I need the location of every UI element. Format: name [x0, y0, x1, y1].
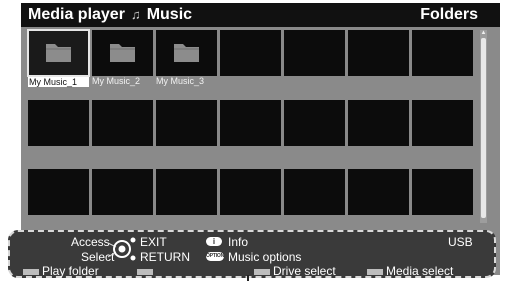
return-label: RETURN — [140, 250, 190, 264]
folder-icon — [45, 41, 72, 63]
empty-tile — [284, 30, 345, 76]
green-key-icon — [137, 269, 153, 275]
media-select-label: Media select — [386, 264, 454, 278]
empty-tile — [348, 169, 409, 215]
empty-tile — [220, 169, 281, 215]
info-label: Info — [228, 235, 249, 249]
empty-tile — [92, 169, 153, 215]
drive-select-label: Drive select — [273, 264, 336, 278]
view-mode-label: Folders — [420, 6, 478, 23]
red-key-icon — [23, 269, 39, 275]
empty-tile — [156, 100, 217, 146]
page-subtitle: Music — [146, 6, 193, 23]
exit-label: EXIT — [140, 235, 167, 249]
info-button-icon: i — [206, 237, 222, 246]
page-marker — [247, 275, 249, 281]
music-options-label: Music options — [228, 250, 302, 264]
empty-tile — [28, 100, 89, 146]
folder-label: My Music_1 — [28, 77, 89, 87]
blue-key-icon — [367, 269, 383, 275]
empty-tile — [28, 169, 89, 215]
play-folder-label: Play folder — [42, 264, 99, 278]
empty-tile — [348, 30, 409, 76]
empty-tile — [220, 30, 281, 76]
empty-tile — [220, 100, 281, 146]
empty-tile — [284, 100, 345, 146]
media-player-screen: Media player ♫ Music Folders My Music_1 My… — [8, 3, 500, 278]
help-panel: Access Select EXIT RETURN i Info OPTION … — [8, 230, 496, 278]
folder-tile[interactable]: My Music_2 — [92, 30, 153, 86]
music-note-icon: ♫ — [130, 7, 141, 22]
empty-tile — [412, 30, 473, 76]
empty-tile — [156, 169, 217, 215]
folder-icon — [109, 41, 136, 63]
empty-tile — [412, 100, 473, 146]
source-label: USB — [448, 235, 473, 249]
folder-label: My Music_2 — [92, 76, 141, 86]
empty-tile — [92, 100, 153, 146]
title-bar: Media player ♫ Music Folders — [21, 3, 500, 27]
page-title: Media player — [28, 6, 125, 23]
empty-tile — [284, 169, 345, 215]
folder-icon — [173, 41, 200, 63]
scrollbar[interactable]: ▲ — [480, 30, 487, 223]
folder-tile[interactable]: My Music_1 — [27, 29, 90, 87]
folder-label: My Music_3 — [156, 76, 205, 86]
remote-dpad-icon — [108, 236, 136, 262]
empty-tile — [348, 100, 409, 146]
access-label: Access — [71, 235, 110, 249]
folder-tile[interactable]: My Music_3 — [156, 30, 217, 86]
title-group: Media player ♫ Music — [28, 6, 192, 24]
scroll-thumb[interactable] — [481, 38, 486, 218]
scroll-up-arrow-icon[interactable]: ▲ — [480, 30, 487, 36]
empty-tile — [412, 169, 473, 215]
yellow-key-icon — [254, 269, 270, 275]
option-button-icon: OPTION — [206, 252, 224, 261]
